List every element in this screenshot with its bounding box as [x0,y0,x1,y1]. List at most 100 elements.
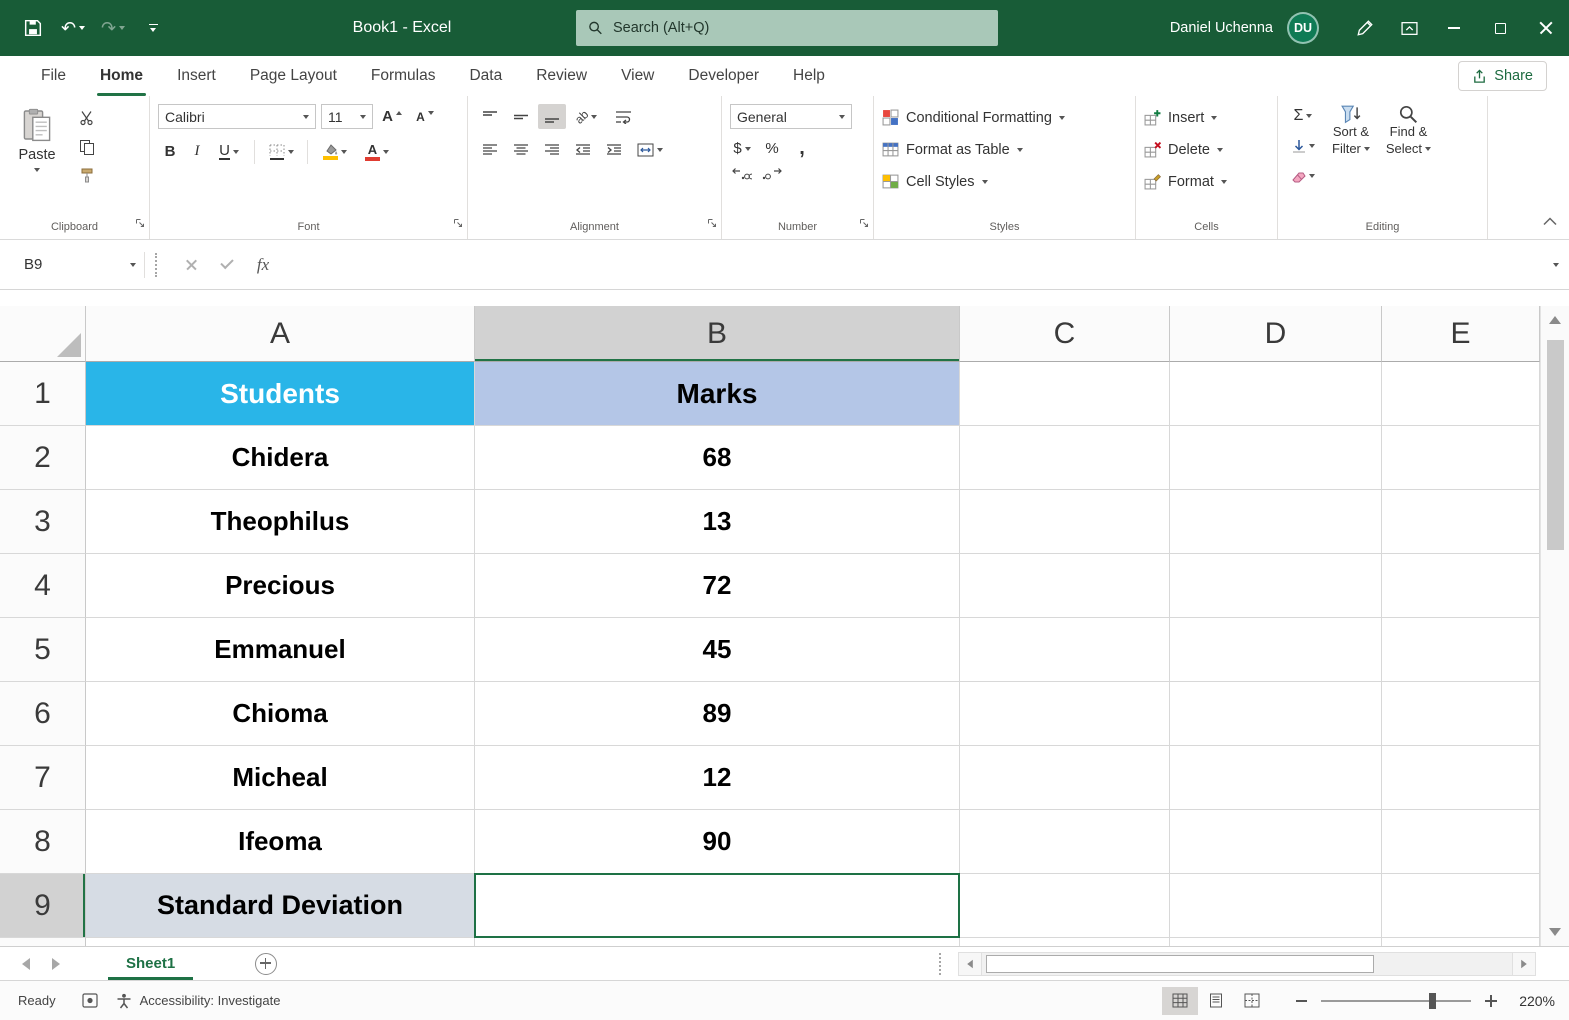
col-header-C[interactable]: C [960,306,1170,362]
formula-input[interactable] [281,249,1553,280]
row-header-1[interactable]: 1 [0,362,86,426]
close-button[interactable] [1523,0,1569,56]
cell-C9[interactable] [960,874,1170,938]
scroll-left-button[interactable] [958,952,982,976]
cell-styles-button[interactable]: Cell Styles [882,168,1127,195]
paste-button[interactable]: Paste [8,104,66,206]
find-select-button[interactable]: Find & Select [1382,104,1435,215]
decrease-indent-button[interactable] [569,137,597,162]
font-color-button[interactable]: A [358,139,396,164]
row-header-3[interactable]: 3 [0,490,86,554]
borders-button[interactable] [263,139,299,164]
cancel-entry-button[interactable] [173,250,209,280]
macro-record-button[interactable] [81,993,98,1008]
tab-help[interactable]: Help [776,56,842,96]
cell-B9-selected[interactable] [474,873,960,938]
orientation-button[interactable]: ab [569,104,603,129]
cell-A7[interactable]: Micheal [86,746,475,810]
copy-button[interactable] [74,135,100,159]
cell-E8[interactable] [1382,810,1540,874]
cell-A8[interactable]: Ifeoma [86,810,475,874]
increase-indent-button[interactable] [600,137,628,162]
previous-sheet-button[interactable] [22,957,30,970]
search-box[interactable] [576,10,998,46]
row-header-6[interactable]: 6 [0,682,86,746]
col-header-B[interactable]: B [475,306,960,362]
wrap-text-button[interactable] [606,104,640,129]
cell-B6[interactable]: 89 [475,682,960,746]
tab-developer[interactable]: Developer [671,56,776,96]
scroll-down-button[interactable] [1541,918,1569,946]
cell-C4[interactable] [960,554,1170,618]
cell-B7[interactable]: 12 [475,746,960,810]
cell-D4[interactable] [1170,554,1382,618]
tab-file[interactable]: File [24,56,83,96]
cell-C7[interactable] [960,746,1170,810]
zoom-out-button[interactable] [1296,999,1307,1002]
format-cells-button[interactable]: Format [1144,168,1269,195]
tab-view[interactable]: View [604,56,671,96]
merge-center-button[interactable] [631,137,669,162]
font-size-combo[interactable]: 11 [321,104,373,129]
cell-E5[interactable] [1382,618,1540,682]
italic-button[interactable]: I [186,139,208,164]
cell-A9[interactable]: Standard Deviation [86,874,475,938]
increase-font-size-button[interactable]: A [378,104,406,129]
name-box[interactable]: B9 [16,250,144,280]
customize-quick-access-button[interactable] [136,11,170,45]
conditional-formatting-button[interactable]: Conditional Formatting [882,104,1127,131]
cell-D2[interactable] [1170,426,1382,490]
row-header-9[interactable]: 9 [0,874,86,938]
cell-C6[interactable] [960,682,1170,746]
row-header-2[interactable]: 2 [0,426,86,490]
confirm-entry-button[interactable] [209,250,245,280]
cell-D5[interactable] [1170,618,1382,682]
cell-B5[interactable]: 45 [475,618,960,682]
fill-button[interactable] [1286,134,1320,158]
new-sheet-button[interactable] [255,952,278,975]
tab-page-layout[interactable]: Page Layout [233,56,354,96]
alignment-dialog-launcher[interactable] [707,215,717,233]
row-header-4[interactable]: 4 [0,554,86,618]
tab-data[interactable]: Data [452,56,519,96]
undo-button[interactable]: ↶ [56,11,90,45]
clipboard-dialog-launcher[interactable] [135,215,145,233]
share-button[interactable]: Share [1458,61,1547,91]
bottom-align-button[interactable] [538,104,566,129]
decrease-font-size-button[interactable]: A [411,104,439,129]
cell-C2[interactable] [960,426,1170,490]
page-break-view-button[interactable] [1234,987,1270,1015]
cell-A6[interactable]: Chioma [86,682,475,746]
user-name[interactable]: Daniel Uchenna [1170,20,1273,36]
scroll-up-button[interactable] [1541,306,1569,334]
cell-B8[interactable]: 90 [475,810,960,874]
tab-bar-grip[interactable] [939,953,945,975]
next-sheet-button[interactable] [52,957,60,970]
middle-align-button[interactable] [507,104,535,129]
vertical-scrollbar[interactable] [1540,306,1569,946]
format-painter-button[interactable] [74,164,100,188]
cell-B3[interactable]: 13 [475,490,960,554]
cell-A2[interactable]: Chidera [86,426,475,490]
cell-E9[interactable] [1382,874,1540,938]
cell-C1[interactable] [960,362,1170,426]
cell-C8[interactable] [960,810,1170,874]
avatar[interactable]: DU [1287,12,1319,44]
cell-E1[interactable] [1382,362,1540,426]
normal-view-button[interactable] [1162,986,1198,1015]
horizontal-scroll-thumb[interactable] [986,955,1374,973]
cell-D7[interactable] [1170,746,1382,810]
accessibility-checker-button[interactable]: Accessibility: Investigate [116,993,280,1009]
cell-D6[interactable] [1170,682,1382,746]
fill-color-button[interactable] [316,139,354,164]
cell-A4[interactable]: Precious [86,554,475,618]
search-input[interactable] [613,20,986,36]
tab-review[interactable]: Review [519,56,604,96]
cell-E6[interactable] [1382,682,1540,746]
cell-B1[interactable]: Marks [475,362,960,426]
clear-button[interactable] [1286,164,1320,188]
font-name-combo[interactable]: Calibri [158,104,316,129]
horizontal-scrollbar[interactable] [958,952,1536,976]
autosum-button[interactable]: Σ [1286,104,1320,128]
underline-button[interactable]: U [212,139,246,164]
